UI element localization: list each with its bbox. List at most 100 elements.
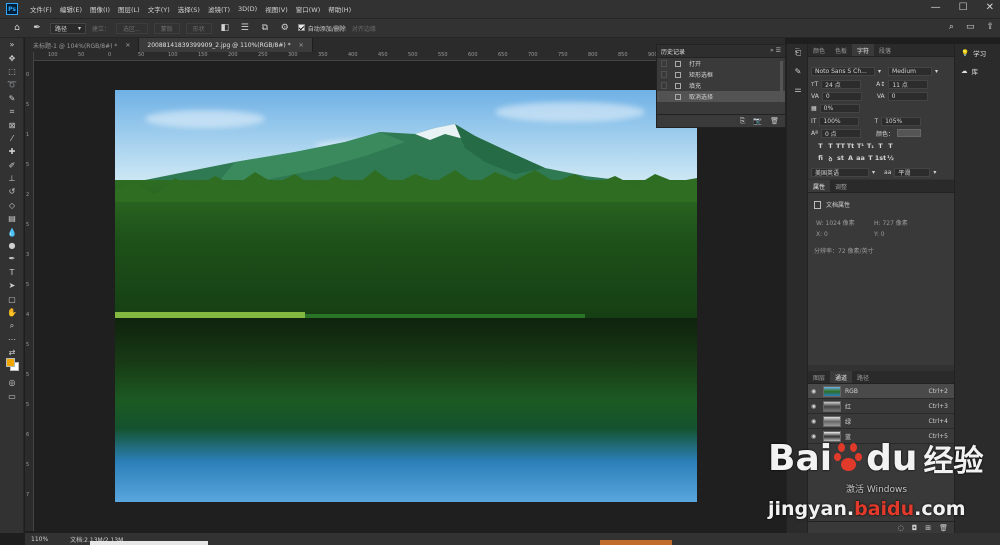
menu-filter[interactable]: 滤镜(T)	[204, 4, 234, 14]
menu-file[interactable]: 文件(F)	[26, 4, 56, 14]
libraries-panel-button[interactable]: ☁ 库	[955, 62, 1000, 80]
quick-mask-icon[interactable]: ◎	[0, 376, 24, 389]
path-selection-tool-icon[interactable]: ➤	[0, 279, 24, 292]
history-scrollbar[interactable]	[780, 61, 783, 101]
tracking-field[interactable]: 0	[887, 91, 928, 101]
menu-window[interactable]: 窗口(W)	[292, 4, 325, 14]
more-tools-icon[interactable]: ⋯	[0, 333, 24, 346]
tab-swatches[interactable]: 色板	[830, 44, 852, 56]
font-family-select[interactable]: Noto Sans S Ch...	[811, 66, 875, 76]
underline-button[interactable]: T	[876, 142, 885, 151]
menu-select[interactable]: 选择(S)	[174, 4, 204, 14]
screen-mode-icon[interactable]: ▭	[0, 390, 24, 403]
tab-paragraph[interactable]: 段落	[874, 44, 896, 56]
menu-layer[interactable]: 图层(L)	[114, 4, 144, 14]
baseline-shift-field[interactable]: 0 点	[820, 128, 861, 138]
blur-tool-icon[interactable]: 💧	[0, 225, 24, 238]
document-image[interactable]	[115, 90, 697, 502]
history-source-icon[interactable]	[661, 93, 667, 100]
path-arrangement-icon[interactable]: ⧉	[258, 21, 272, 35]
close-icon[interactable]: ✕	[299, 42, 304, 49]
panel-menu-icon[interactable]: » ☰	[770, 47, 781, 54]
lasso-tool-icon[interactable]: ➰	[0, 78, 24, 91]
snapshot-camera-icon[interactable]: 📷	[753, 117, 762, 125]
history-source-icon[interactable]	[661, 60, 667, 67]
foreground-color-swatch[interactable]	[6, 358, 15, 367]
ordinals-button[interactable]: 1st	[875, 154, 887, 163]
brush-tool-icon[interactable]: ✐	[0, 159, 24, 172]
faux-bold-button[interactable]: T	[816, 142, 825, 151]
vertical-ruler[interactable]: 0 5 1 5 2 5 3 5 4 5 5 5 6 5 7	[25, 52, 34, 531]
move-tool-icon[interactable]: ✥	[0, 51, 24, 64]
horizontal-scale-field[interactable]: 105%	[881, 116, 922, 126]
menu-type[interactable]: 文字(Y)	[144, 4, 174, 14]
superscript-button[interactable]: T¹	[856, 142, 865, 151]
history-item-deselect[interactable]: 取消选择	[657, 91, 785, 102]
channel-row-red[interactable]: ◉ 红 Ctrl+3	[808, 399, 954, 414]
ligatures-button[interactable]: fi	[816, 154, 825, 163]
quick-select-tool-icon[interactable]: ✎	[0, 92, 24, 105]
font-size-field[interactable]: 24 点	[821, 79, 862, 89]
subscript-button[interactable]: T₁	[866, 142, 875, 151]
tab-character[interactable]: 字符	[852, 44, 875, 56]
titling-alternates-button[interactable]: T	[866, 154, 875, 163]
dodge-tool-icon[interactable]: ●	[0, 239, 24, 252]
toolbar-collapse-icon[interactable]: »	[0, 38, 24, 51]
tab-properties[interactable]: 属性	[808, 180, 831, 192]
healing-brush-tool-icon[interactable]: ✚	[0, 145, 24, 158]
faux-italic-button[interactable]: T	[826, 142, 835, 151]
tab-untitled-1[interactable]: 未标题-1 @ 104%(RGB/8#) * ✕	[25, 38, 140, 52]
make-mask-button[interactable]: 蒙版	[153, 22, 180, 34]
menu-image[interactable]: 图像(I)	[86, 4, 114, 14]
leading-field[interactable]: 11 点	[888, 79, 929, 89]
type-tool-icon[interactable]: T	[0, 266, 24, 279]
menu-3d[interactable]: 3D(D)	[234, 5, 261, 13]
workspace-icon[interactable]: ▭	[966, 22, 975, 32]
zoom-level[interactable]: 110%	[31, 536, 48, 543]
new-document-from-state-icon[interactable]: ⎘	[740, 117, 746, 126]
marquee-tool-icon[interactable]: ⬚	[0, 65, 24, 78]
vertical-scale-field[interactable]: 100%	[819, 116, 860, 126]
learn-panel-button[interactable]: 💡 学习	[955, 44, 1000, 62]
brush-settings-icon[interactable]: ✎	[787, 62, 809, 80]
eraser-tool-icon[interactable]: ◇	[0, 199, 24, 212]
channel-row-green[interactable]: ◉ 绿 Ctrl+4	[808, 414, 954, 429]
home-icon[interactable]: ⌂	[10, 21, 24, 35]
eye-icon[interactable]: ◉	[811, 418, 819, 425]
close-button[interactable]: ✕	[986, 2, 994, 13]
tab-color[interactable]: 颜色	[808, 44, 830, 56]
tab-adjustments[interactable]: 调整	[830, 180, 852, 192]
menu-help[interactable]: 帮助(H)	[324, 4, 355, 14]
zoom-tool-icon[interactable]: ⌕	[0, 319, 24, 332]
tab-photo-jpg[interactable]: 20088141839399909_2.jpg @ 110%(RGB/8#) *…	[139, 38, 313, 52]
stylistic-alternates-button[interactable]: aa	[856, 154, 865, 163]
history-item-open[interactable]: 打开	[657, 58, 785, 69]
anti-alias-select[interactable]: 平滑	[894, 167, 931, 177]
hand-tool-icon[interactable]: ✋	[0, 306, 24, 319]
frame-tool-icon[interactable]: ⊠	[0, 118, 24, 131]
menu-edit[interactable]: 编辑(E)	[56, 4, 86, 14]
history-item-rect-marquee[interactable]: 矩形选框	[657, 69, 785, 80]
history-brush-tool-icon[interactable]: ↺	[0, 185, 24, 198]
eye-icon[interactable]: ◉	[811, 403, 819, 410]
font-style-select[interactable]: Medium	[888, 66, 933, 76]
gear-icon[interactable]: ⚙	[278, 21, 292, 35]
language-select[interactable]: 美国英语	[811, 167, 869, 177]
make-selection-button[interactable]: 选区...	[116, 22, 148, 34]
align-edges-option[interactable]: 对齐边缘	[352, 24, 376, 33]
small-caps-button[interactable]: Tt	[846, 142, 855, 151]
path-operations-icon[interactable]: ◧	[218, 21, 232, 35]
eyedropper-tool-icon[interactable]: ⁄	[0, 132, 24, 145]
trash-icon[interactable]: 🗑	[770, 117, 779, 125]
swash-button[interactable]: A	[846, 154, 855, 163]
search-icon[interactable]: ⌕	[949, 22, 954, 32]
kerning-field[interactable]: 0	[821, 91, 862, 101]
history-panel-icon[interactable]: ⎗	[787, 44, 809, 62]
crop-tool-icon[interactable]: ⌗	[0, 105, 24, 118]
path-alignment-icon[interactable]: ☰	[238, 21, 252, 35]
channel-row-rgb[interactable]: ◉ RGB Ctrl+2	[808, 384, 954, 399]
pen-tool-icon[interactable]: ✒	[0, 252, 24, 265]
tab-layers[interactable]: 图层	[808, 371, 830, 383]
maximize-button[interactable]: ☐	[959, 2, 968, 13]
share-icon[interactable]: ⇪	[986, 22, 994, 32]
